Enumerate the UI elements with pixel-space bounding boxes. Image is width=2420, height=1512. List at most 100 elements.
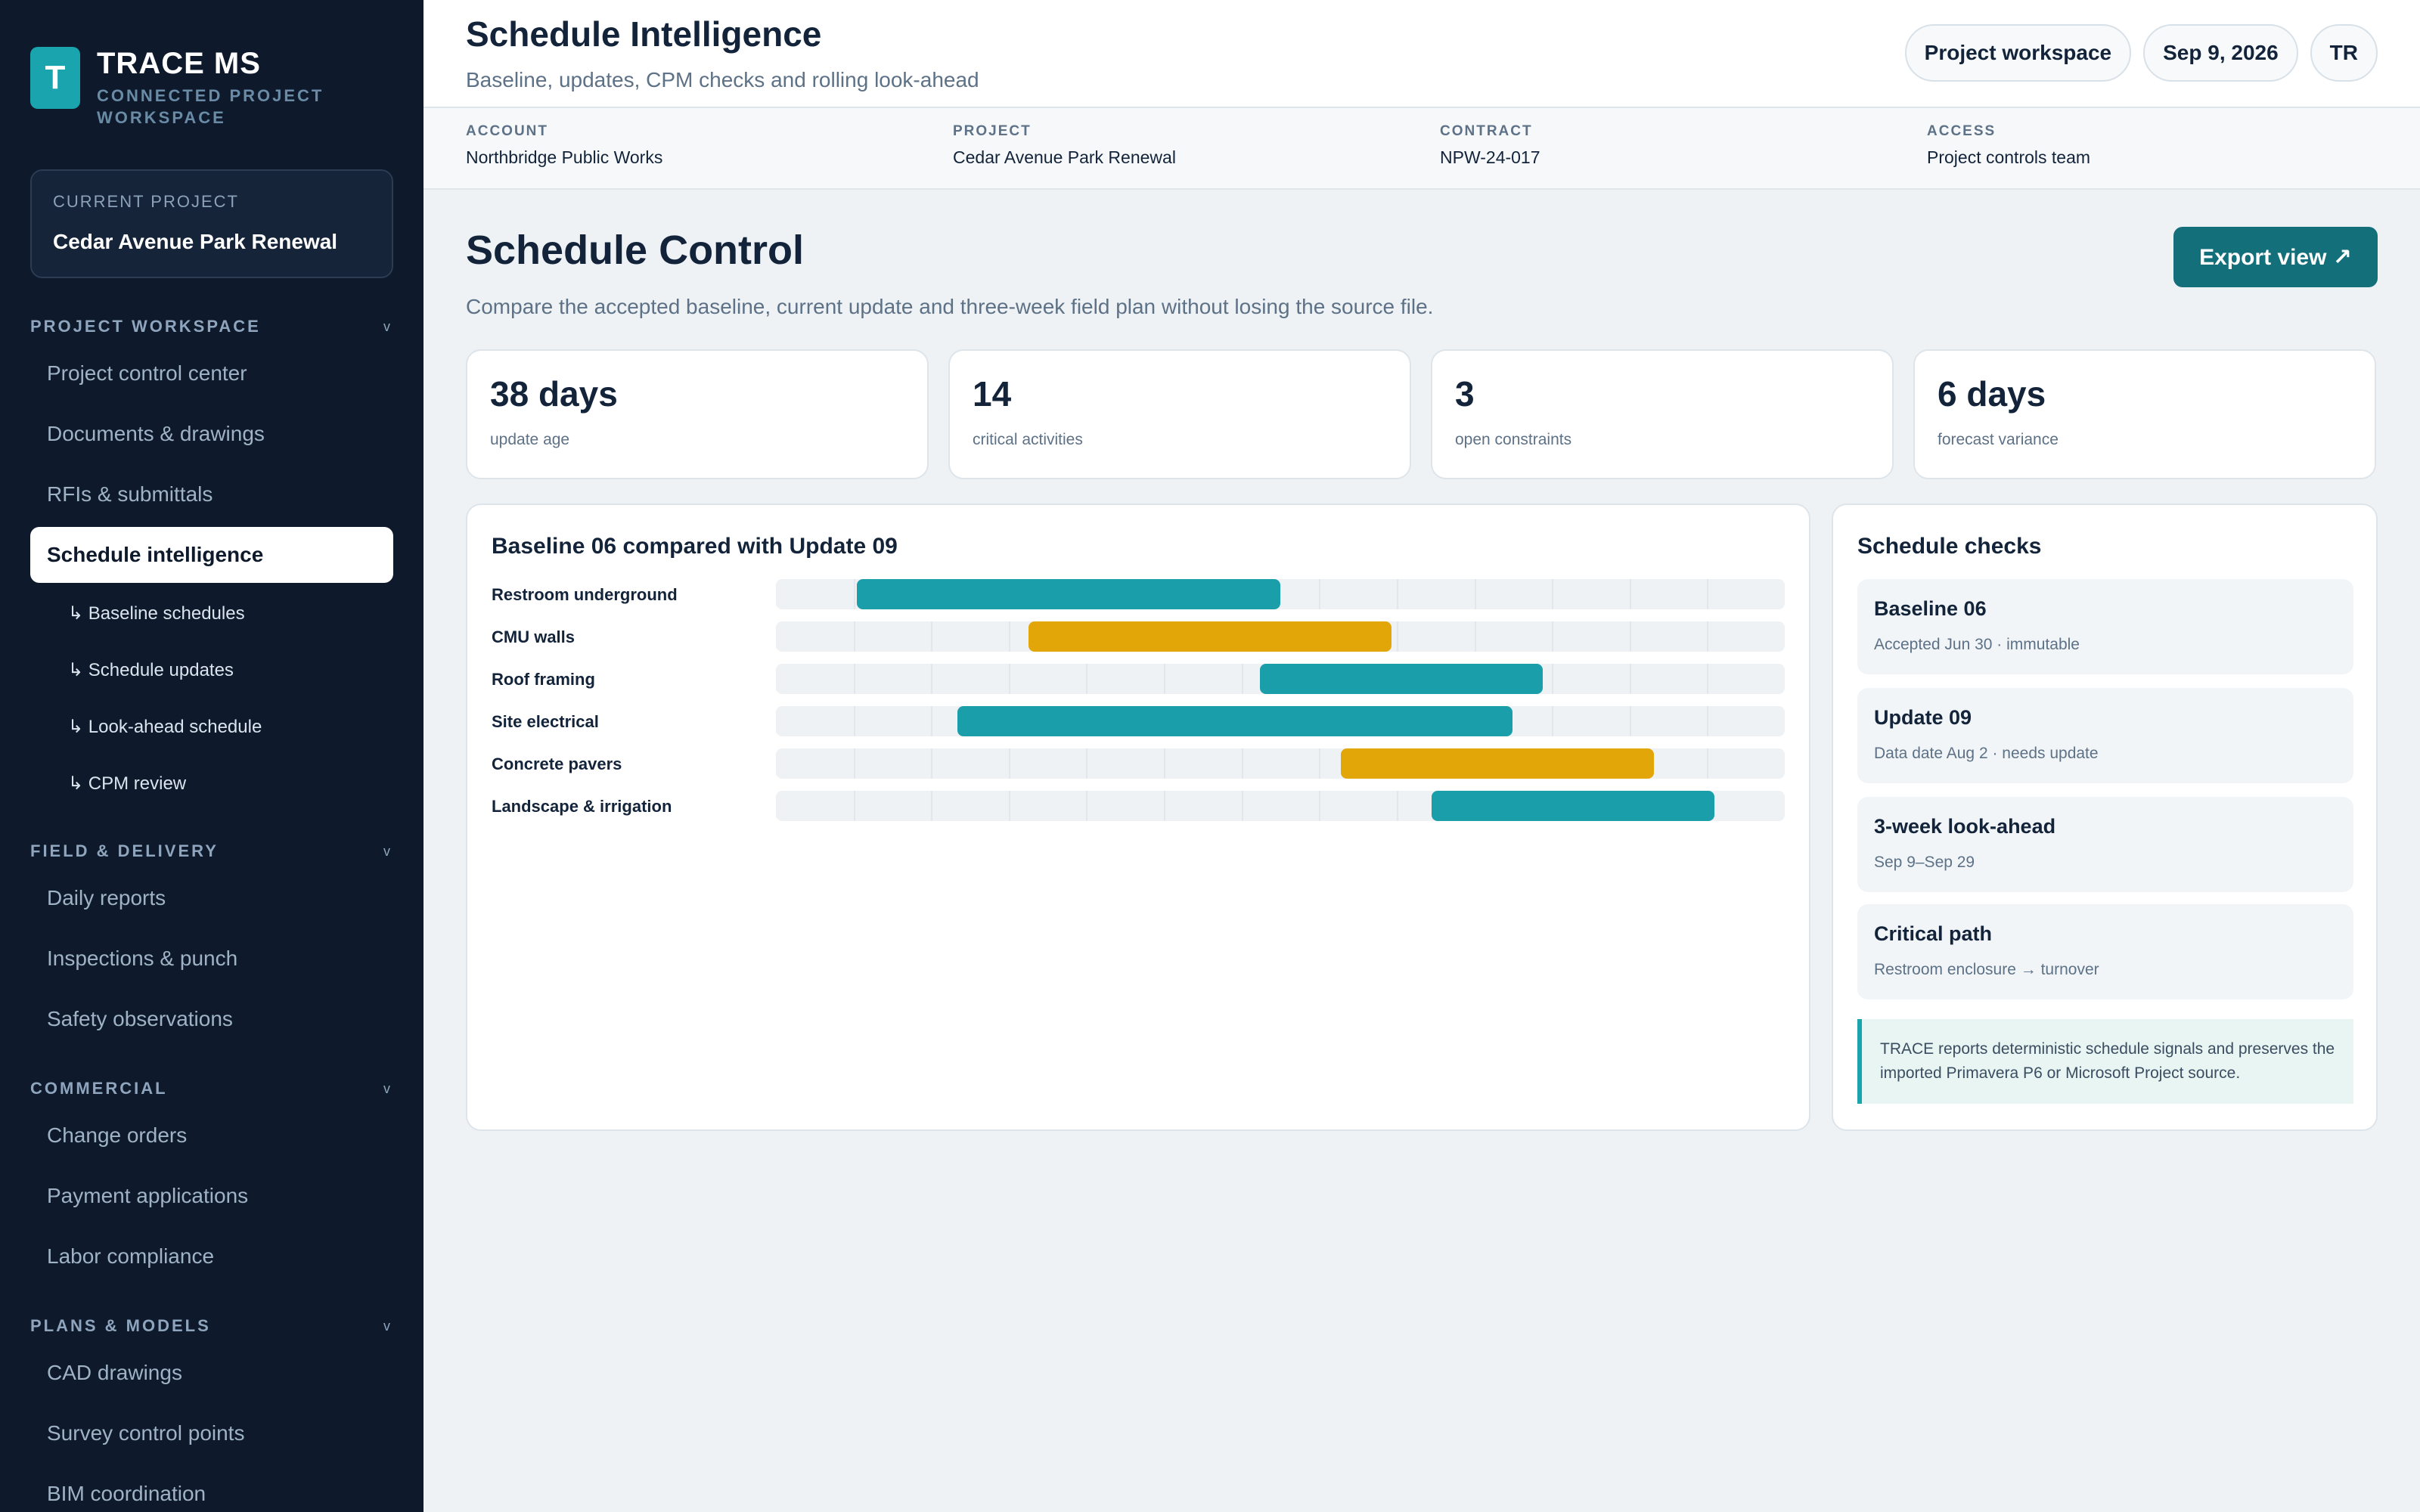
gantt-gridline (1552, 579, 1553, 609)
sidebar-item-change-orders[interactable]: Change orders (30, 1105, 393, 1166)
gantt-gridline (1242, 664, 1243, 694)
gantt-title: Baseline 06 compared with Update 09 (492, 534, 898, 559)
kpi-card-open-constraints: 3 open constraints (1431, 349, 1894, 479)
checks-title: Schedule checks (1857, 534, 2042, 559)
gantt-row-label: Concrete pavers (492, 754, 622, 773)
gantt-gridline (1552, 664, 1553, 694)
sidebar-item-cad-drawings[interactable]: CAD drawings (30, 1343, 393, 1403)
gantt-gridline (1707, 579, 1708, 609)
date-pill[interactable]: Sep 9, 2026 (2143, 24, 2298, 82)
brand: T TRACE MS CONNECTED PROJECT WORKSPACE (30, 47, 324, 129)
sidebar-item-daily-reports[interactable]: Daily reports (30, 868, 393, 928)
gantt-gridline (854, 621, 855, 652)
gantt-panel: Baseline 06 compared with Update 09 Rest… (466, 503, 1810, 1131)
gantt-gridline (1552, 621, 1553, 652)
gantt-gridline (854, 748, 855, 779)
check-card-update[interactable]: Update 09 Data date Aug 2 · needs update (1857, 688, 2353, 783)
check-card-baseline[interactable]: Baseline 06 Accepted Jun 30 · immutable (1857, 579, 2353, 674)
gantt-row: Roof framing (492, 664, 1785, 694)
gantt-gridline (1630, 579, 1631, 609)
gantt-bar[interactable] (1260, 664, 1543, 694)
gantt-gridline (1009, 748, 1010, 779)
gantt-row: CMU walls (492, 621, 1785, 652)
nav-section-field-delivery[interactable]: FIELD & DELIVERY v (30, 835, 393, 868)
sidebar-item-rfis-submittals[interactable]: RFIs & submittals (30, 464, 393, 525)
sidebar-item-inspections-punch[interactable]: Inspections & punch (30, 928, 393, 989)
nav-section-project-workspace[interactable]: PROJECT WORKSPACE v (30, 310, 393, 343)
gantt-bar[interactable] (957, 706, 1512, 736)
sidebar-item-bim-coordination[interactable]: BIM coordination (30, 1464, 393, 1512)
gantt-gridline (1009, 664, 1010, 694)
sidebar: T TRACE MS CONNECTED PROJECT WORKSPACE C… (0, 0, 424, 1512)
gantt-bar[interactable] (1028, 621, 1392, 652)
current-project-card[interactable]: CURRENT PROJECT Cedar Avenue Park Renewa… (30, 169, 393, 278)
sub-arrow-icon: ↳ (68, 717, 84, 737)
page-title: Schedule Control (466, 228, 805, 273)
gantt-gridline (1319, 579, 1320, 609)
gantt-gridline (1319, 791, 1320, 821)
gantt-gridline (1164, 791, 1165, 821)
sidebar-subitem-schedule-updates[interactable]: ↳ Schedule updates (30, 642, 393, 699)
brand-name: TRACE MS (97, 47, 261, 80)
gantt-row: Landscape & irrigation (492, 791, 1785, 821)
page-description: Compare the accepted baseline, current u… (466, 295, 1434, 318)
gantt-gridline (1164, 664, 1165, 694)
sidebar-subitem-look-ahead-schedule[interactable]: ↳ Look-ahead schedule (30, 699, 393, 755)
sub-arrow-icon: ↳ (68, 660, 84, 680)
sidebar-item-labor-compliance[interactable]: Labor compliance (30, 1226, 393, 1287)
gantt-gridline (854, 791, 855, 821)
gantt-row: Concrete pavers (492, 748, 1785, 779)
gantt-gridline (1242, 791, 1243, 821)
gantt-gridline (1475, 579, 1476, 609)
gantt-gridline (1397, 621, 1398, 652)
sidebar-item-survey-control-points[interactable]: Survey control points (30, 1403, 393, 1464)
gantt-gridline (1475, 621, 1476, 652)
sidebar-item-safety-observations[interactable]: Safety observations (30, 989, 393, 1049)
gantt-row-label: Roof framing (492, 670, 595, 689)
sidebar-item-project-control-center[interactable]: Project control center (30, 343, 393, 404)
source-note: TRACE reports deterministic schedule sig… (1857, 1019, 2353, 1104)
gantt-row-label: Landscape & irrigation (492, 797, 672, 816)
gantt-row: Site electrical (492, 706, 1785, 736)
check-card-look-ahead[interactable]: 3-week look-ahead Sep 9–Sep 29 (1857, 797, 2353, 892)
gantt-gridline (1397, 791, 1398, 821)
gantt-gridline (1397, 579, 1398, 609)
sidebar-subitem-cpm-review[interactable]: ↳ CPM review (30, 755, 393, 812)
gantt-row: Restroom underground (492, 579, 1785, 609)
nav-section-plans-models[interactable]: PLANS & MODELS v (30, 1309, 393, 1343)
gantt-bar[interactable] (1341, 748, 1654, 779)
kpi-card-forecast-variance: 6 days forecast variance (1913, 349, 2376, 479)
gantt-gridline (1242, 748, 1243, 779)
check-card-critical-path[interactable]: Critical path Restroom enclosure → turnov… (1857, 904, 2353, 999)
meta-project: PROJECT Cedar Avenue Park Renewal (953, 123, 1176, 167)
gantt-bar[interactable] (857, 579, 1280, 609)
gantt-gridline (1319, 748, 1320, 779)
gantt-bar[interactable] (1432, 791, 1714, 821)
nav-section-commercial[interactable]: COMMERCIAL v (30, 1072, 393, 1105)
meta-account: ACCOUNT Northbridge Public Works (466, 123, 663, 167)
gantt-gridline (1707, 748, 1708, 779)
gantt-gridline (931, 748, 932, 779)
sidebar-subitem-baseline-schedules[interactable]: ↳ Baseline schedules (30, 585, 393, 642)
header-subtitle: Baseline, updates, CPM checks and rollin… (466, 68, 979, 91)
sidebar-item-schedule-intelligence[interactable]: Schedule intelligence (30, 527, 393, 583)
gantt-track (776, 664, 1785, 694)
gantt-gridline (931, 706, 932, 736)
header-title: Schedule Intelligence (466, 14, 822, 54)
export-view-button[interactable]: Export view ↗ (2173, 227, 2378, 287)
avatar[interactable]: TR (2310, 24, 2378, 82)
gantt-gridline (1630, 664, 1631, 694)
meta-access: ACCESS Project controls team (1927, 123, 2091, 167)
sidebar-item-payment-applications[interactable]: Payment applications (30, 1166, 393, 1226)
chevron-down-icon: v (383, 843, 390, 859)
gantt-row-label: Restroom underground (492, 585, 678, 604)
sub-arrow-icon: ↳ (68, 773, 84, 794)
gantt-gridline (1009, 791, 1010, 821)
project-meta-bar: ACCOUNT Northbridge Public Works PROJECT C… (424, 108, 2420, 190)
workspace-pill[interactable]: Project workspace (1904, 24, 2132, 82)
sidebar-item-documents-drawings[interactable]: Documents & drawings (30, 404, 393, 464)
chevron-down-icon: v (383, 1318, 390, 1334)
sub-arrow-icon: ↳ (68, 603, 84, 624)
brand-subtitle: CONNECTED PROJECT WORKSPACE (97, 86, 324, 127)
gantt-row-label: Site electrical (492, 712, 599, 731)
